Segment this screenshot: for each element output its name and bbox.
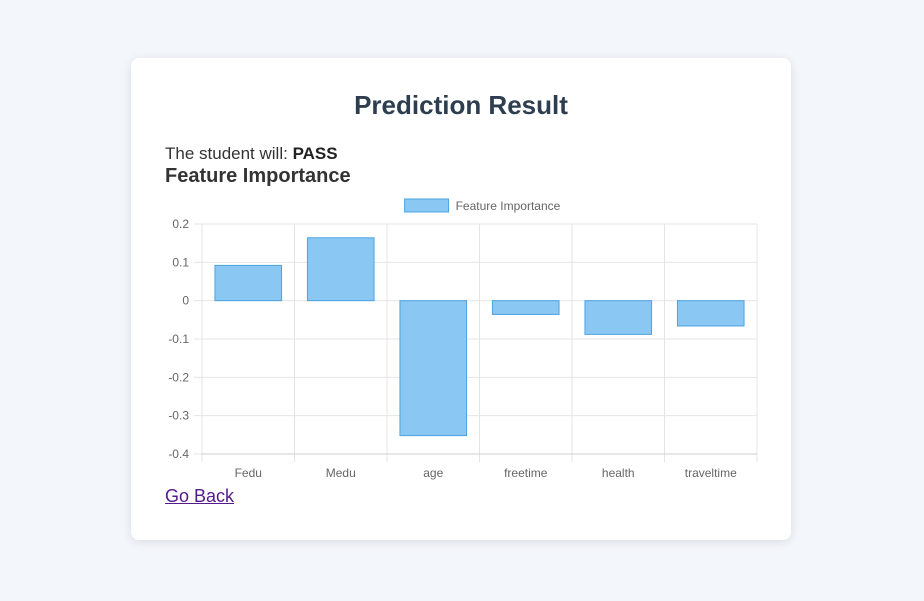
x-tick-label: Medu xyxy=(326,466,356,480)
x-tick-label: Fedu xyxy=(235,466,262,480)
x-tick-label: age xyxy=(423,466,443,480)
page-title: Prediction Result xyxy=(354,90,568,120)
bar-age xyxy=(399,300,468,437)
feature-importance-heading: Feature Importance xyxy=(165,165,351,187)
bar-traveltime xyxy=(676,300,745,327)
y-tick-label: -0.3 xyxy=(168,409,189,423)
feature-importance-chart: Feature Importance 0.2 0.1 0 -0.1 -0.2 -0.3 -0.… xyxy=(168,198,758,480)
x-tick-label: health xyxy=(602,466,635,480)
bar-Fedu xyxy=(214,264,283,302)
y-tick-label: -0.2 xyxy=(168,370,189,384)
x-tick-label: freetime xyxy=(504,466,548,480)
bar-freetime xyxy=(491,300,560,315)
y-tick-label: 0 xyxy=(182,294,189,308)
result-card: Prediction Result The student will: PASS… xyxy=(131,58,791,540)
y-tick-label: 0.2 xyxy=(172,217,189,231)
go-back-link[interactable]: Go Back xyxy=(165,486,234,507)
bar-Medu xyxy=(306,237,375,302)
y-tick-label: 0.1 xyxy=(172,255,189,269)
prediction-result: The student will: PASS xyxy=(165,144,338,164)
bar-health xyxy=(584,300,653,335)
legend-label: Feature Importance xyxy=(456,199,561,213)
y-tick-label: -0.1 xyxy=(168,332,189,346)
result-prefix: The student will: xyxy=(165,144,293,163)
result-value: PASS xyxy=(292,144,338,163)
x-tick-label: traveltime xyxy=(685,466,737,480)
y-tick-label: -0.4 xyxy=(168,447,189,461)
legend-swatch xyxy=(404,198,450,213)
